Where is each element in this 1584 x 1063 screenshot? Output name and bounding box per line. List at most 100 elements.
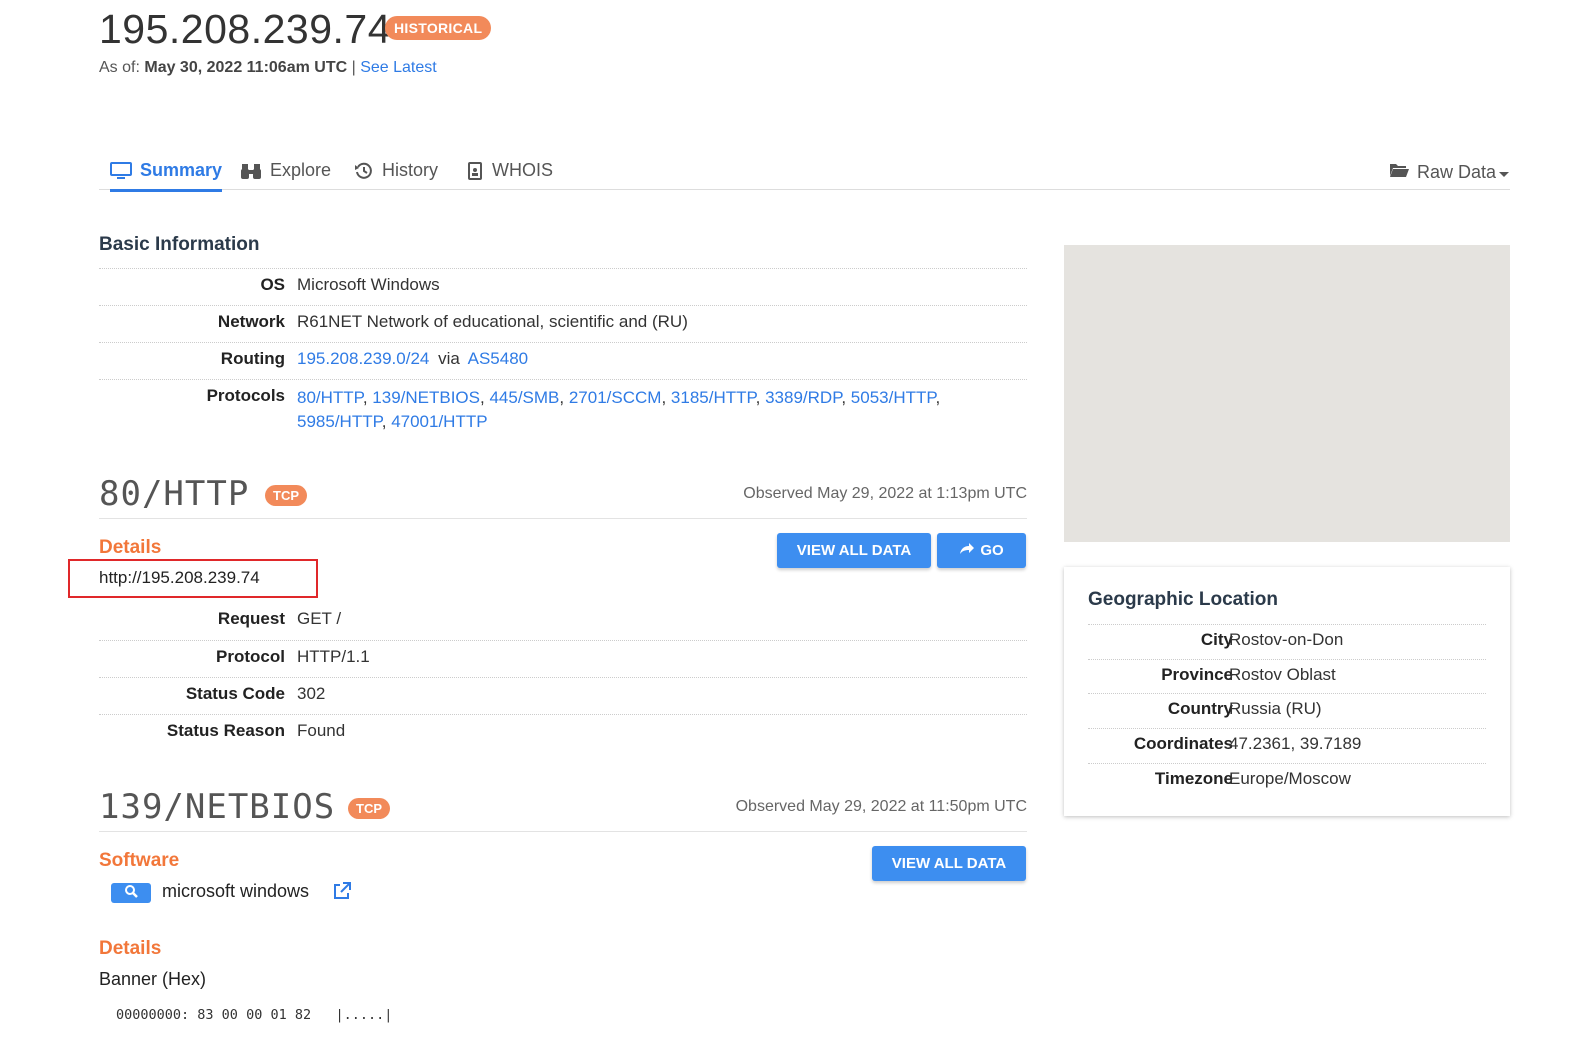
- location-map[interactable]: [1064, 245, 1510, 542]
- service-80-title: 80/HTTP: [99, 474, 250, 514]
- routing-row: Routing 195.208.239.0/24 via AS5480: [99, 342, 1027, 379]
- folder-open-icon: [1389, 162, 1409, 183]
- view-all-data-button-netbios[interactable]: VIEW ALL DATA: [872, 846, 1026, 881]
- status-code-row: Status Code 302: [99, 677, 1027, 714]
- geo-country-row: Country Russia (RU): [1088, 693, 1486, 728]
- routing-label: Routing: [220, 349, 285, 368]
- protocol-link[interactable]: 80/HTTP: [297, 388, 363, 407]
- url-highlight-box: [68, 559, 318, 598]
- banner-hex-line: 00000000: 83 00 00 01 82 |.....|: [116, 1007, 392, 1023]
- geo-country-label: Country: [1167, 699, 1233, 718]
- os-row: OS Microsoft Windows: [99, 268, 1027, 305]
- banner-hex-label: Banner (Hex): [99, 969, 207, 989]
- id-card-icon: [466, 161, 484, 180]
- tab-summary-label: Summary: [140, 160, 223, 180]
- service-80-details-heading: Details: [99, 537, 162, 558]
- network-row: Network R61NET Network of educational, s…: [99, 305, 1027, 342]
- go-button[interactable]: GO: [937, 533, 1026, 568]
- service-80-divider: [99, 518, 1027, 519]
- geo-province-label: Province: [1161, 665, 1233, 684]
- software-name: microsoft windows: [162, 881, 310, 901]
- tab-explore-label: Explore: [270, 160, 332, 180]
- as-of-date: May 30, 2022 11:06am UTC: [144, 59, 348, 76]
- basic-info-title: Basic Information: [99, 234, 260, 255]
- tab-whois-label: WHOIS: [492, 160, 553, 180]
- geo-city-value: Rostov-on-Don: [1229, 630, 1344, 649]
- protocol-link[interactable]: 139/NETBIOS: [372, 388, 480, 407]
- service-139-tcp-badge: TCP: [348, 798, 390, 819]
- request-value: GET /: [297, 609, 342, 628]
- status-reason-row: Status Reason Found: [99, 714, 1027, 751]
- status-reason-label: Status Reason: [166, 721, 285, 740]
- service-139-observed: Observed May 29, 2022 at 11:50pm UTC: [735, 798, 1027, 815]
- banner-ascii: |.....|: [335, 1007, 393, 1023]
- raw-data-dropdown[interactable]: Raw Data: [1389, 162, 1510, 183]
- routing-asn-link[interactable]: AS5480: [468, 349, 529, 368]
- service-80-tcp-badge: TCP: [265, 485, 307, 506]
- routing-via: via: [438, 349, 460, 368]
- protocol-label: Protocol: [216, 647, 285, 666]
- software-heading: Software: [99, 850, 180, 871]
- network-label: Network: [217, 312, 285, 331]
- view-all-data-button[interactable]: VIEW ALL DATA: [777, 533, 931, 568]
- history-icon: [354, 162, 374, 180]
- geo-city-row: City Rostov-on-Don: [1088, 624, 1486, 659]
- software-search-button[interactable]: [111, 883, 151, 903]
- request-label: Request: [217, 609, 285, 628]
- geo-coordinates-value: 47.2361, 39.7189: [1229, 734, 1362, 753]
- geo-coordinates-label: Coordinates: [1133, 734, 1233, 753]
- monitor-icon: [110, 161, 132, 180]
- protocol-link[interactable]: 5053/HTTP: [851, 388, 936, 407]
- geo-coordinates-row: Coordinates 47.2361, 39.7189: [1088, 728, 1486, 763]
- protocol-link[interactable]: 5985/HTTP: [297, 412, 382, 431]
- os-label: OS: [260, 275, 285, 294]
- tab-summary[interactable]: Summary: [110, 160, 223, 192]
- external-link-icon[interactable]: [332, 881, 352, 906]
- binoculars-icon: [240, 162, 262, 180]
- as-of-line: As of: May 30, 2022 11:06am UTC | See La…: [99, 59, 437, 77]
- protocol-row: Protocol HTTP/1.1: [99, 640, 1027, 677]
- protocols-row: Protocols 80/HTTP, 139/NETBIOS, 445/SMB,…: [99, 379, 1027, 439]
- service-80-observed: Observed May 29, 2022 at 1:13pm UTC: [743, 485, 1027, 502]
- status-code-label: Status Code: [185, 684, 285, 703]
- raw-data-label: Raw Data: [1416, 162, 1496, 182]
- geo-province-value: Rostov Oblast: [1229, 665, 1336, 684]
- request-row: Request GET /: [99, 603, 1027, 640]
- historical-badge: HISTORICAL: [385, 16, 492, 40]
- banner-bytes: 83 00 00 01 82: [197, 1007, 312, 1023]
- protocol-link[interactable]: 2701/SCCM: [569, 388, 662, 407]
- routing-prefix-link[interactable]: 195.208.239.0/24: [297, 349, 429, 368]
- as-of-label: As of:: [99, 59, 140, 76]
- as-of-separator: |: [351, 59, 356, 76]
- routing-value: 195.208.239.0/24 via AS5480: [297, 349, 528, 369]
- protocol-link[interactable]: 47001/HTTP: [391, 412, 487, 431]
- geo-timezone-label: Timezone: [1154, 769, 1233, 788]
- protocol-link[interactable]: 3185/HTTP: [671, 388, 756, 407]
- service-139-divider: [99, 831, 1027, 832]
- status-code-value: 302: [297, 684, 326, 703]
- caret-down-icon: [1498, 162, 1510, 183]
- tab-history[interactable]: History: [354, 160, 438, 181]
- protocol-link[interactable]: 445/SMB: [489, 388, 559, 407]
- protocol-link[interactable]: 3389/RDP: [765, 388, 841, 407]
- service-139-details-heading: Details: [99, 938, 162, 959]
- protocols-label: Protocols: [206, 386, 285, 405]
- geo-location-card: Geographic Location City Rostov-on-Don P…: [1064, 567, 1510, 816]
- tab-bar: Summary Explore History WHOIS Raw Data: [99, 150, 1510, 192]
- protocol-value: HTTP/1.1: [297, 647, 370, 666]
- go-button-label: GO: [980, 542, 1004, 559]
- banner-offset: 00000000:: [116, 1007, 190, 1023]
- geo-province-row: Province Rostov Oblast: [1088, 659, 1486, 694]
- geo-country-value: Russia (RU): [1229, 699, 1322, 718]
- see-latest-link[interactable]: See Latest: [360, 59, 437, 76]
- geo-timezone-value: Europe/Moscow: [1229, 769, 1351, 788]
- network-link[interactable]: R61NET Network of educational, scientifi…: [297, 312, 688, 332]
- tab-whois[interactable]: WHOIS: [466, 160, 553, 181]
- geo-title: Geographic Location: [1088, 589, 1279, 610]
- os-value: Microsoft Windows: [297, 275, 440, 294]
- status-reason-value: Found: [297, 721, 346, 740]
- search-icon: [124, 884, 138, 903]
- tab-explore[interactable]: Explore: [240, 160, 331, 181]
- tab-history-label: History: [382, 160, 439, 180]
- protocols-list: 80/HTTP, 139/NETBIOS, 445/SMB, 2701/SCCM…: [297, 388, 941, 431]
